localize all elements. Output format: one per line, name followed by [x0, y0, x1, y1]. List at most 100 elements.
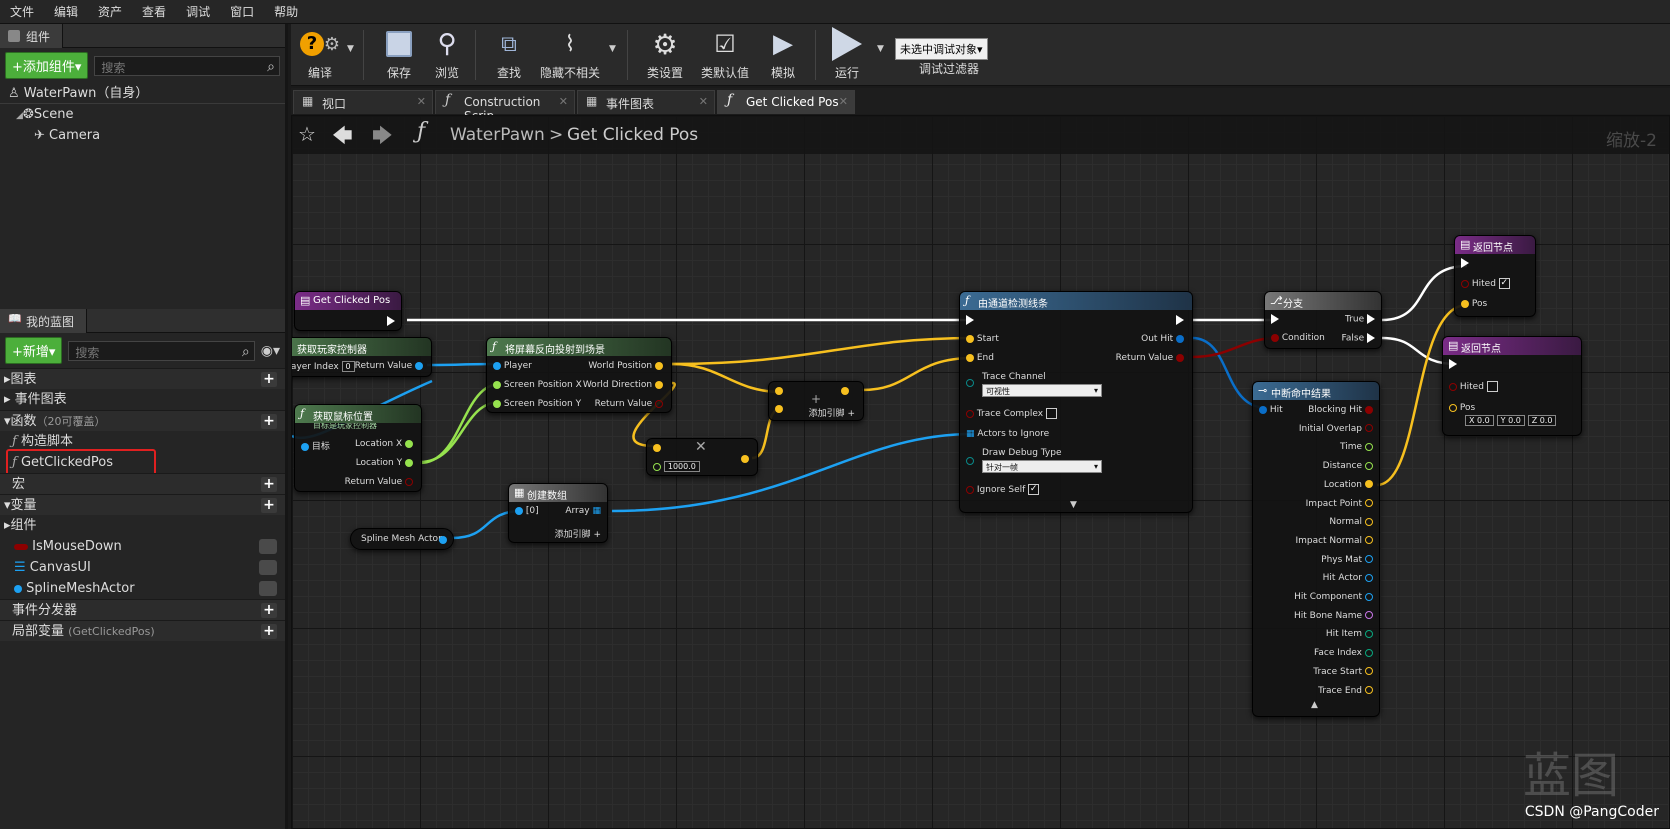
menu-help[interactable]: 帮助: [264, 0, 308, 23]
location-x-pin[interactable]: Location X: [355, 439, 413, 449]
node-line-trace[interactable]: ƒ 由通道检测线条 Start Out Hit End Return Value …: [959, 291, 1193, 513]
node-spline-mesh-actor-var[interactable]: Spline Mesh Actor: [350, 528, 454, 550]
array-out-pin[interactable]: Array ▦: [565, 506, 601, 516]
menu-window[interactable]: 窗口: [220, 0, 264, 23]
node-add[interactable]: + 添加引脚 +: [768, 381, 864, 421]
break-out-pin[interactable]: Face Index: [1314, 648, 1373, 658]
break-out-pin[interactable]: Trace Start: [1313, 667, 1373, 677]
collapse-arrow-icon[interactable]: ▼: [1070, 500, 1077, 510]
visibility-eye-icon[interactable]: [259, 560, 277, 575]
add-component-button[interactable]: +添加组件▾: [5, 52, 89, 79]
vector-in-b-pin[interactable]: [775, 404, 783, 414]
float-in-pin[interactable]: 1000.0: [653, 461, 700, 472]
exec-in-pin[interactable]: [1461, 258, 1469, 269]
break-out-pin[interactable]: Initial Overlap: [1299, 424, 1373, 434]
tree-item-camera[interactable]: ✈ Camera: [0, 125, 285, 146]
section-functions[interactable]: ▾函数（20可覆盖） +: [0, 410, 285, 431]
add-variable-button[interactable]: +: [261, 498, 277, 513]
trace-complex-pin[interactable]: Trace Complex: [966, 408, 1057, 419]
section-macros[interactable]: 宏 +: [0, 473, 285, 494]
var-splinemeshactor[interactable]: SplineMeshActor: [0, 578, 285, 599]
blueprint-search-input[interactable]: 搜索 ⌕: [68, 340, 255, 361]
find-button[interactable]: ⧉ 查找: [487, 26, 531, 81]
close-icon[interactable]: ✕: [417, 95, 426, 108]
return-value-pin[interactable]: Return Value: [355, 361, 423, 371]
actors-to-ignore-pin[interactable]: ▦ Actors to Ignore: [966, 429, 1049, 439]
play-dropdown-icon[interactable]: ▼: [877, 44, 884, 54]
section-local-vars[interactable]: 局部变量 (GetClickedPos) +: [0, 620, 285, 641]
add-pin-button[interactable]: 添加引脚 +: [555, 527, 601, 540]
node-deproject-screen[interactable]: ƒ 将屏幕反向投射到场景 Player Screen Position X Scr…: [486, 337, 672, 413]
exec-in-pin[interactable]: [1271, 314, 1279, 325]
world-position-pin[interactable]: World Position: [588, 361, 663, 371]
break-out-pin[interactable]: Time: [1340, 442, 1373, 452]
hide-dropdown-icon[interactable]: ▼: [609, 44, 616, 54]
new-button[interactable]: +新增▾: [5, 337, 63, 364]
var-canvasui[interactable]: ☰ CanvasUI: [0, 557, 285, 578]
debug-target-select[interactable]: 未选中调试对象▾: [895, 38, 988, 60]
target-pin[interactable]: 目标: [301, 439, 330, 452]
exec-in-pin[interactable]: [966, 315, 974, 326]
tab-event-graph[interactable]: ▦ 事件图表 ✕: [577, 90, 715, 114]
node-branch[interactable]: ⎇ 分支 Condition True False: [1264, 291, 1382, 349]
break-out-pin[interactable]: Location: [1324, 480, 1373, 490]
tab-viewport[interactable]: ▦ 视口 ✕: [293, 90, 433, 114]
break-out-pin[interactable]: Hit Component: [1294, 592, 1373, 602]
collapse-arrow-icon[interactable]: ▲: [1311, 700, 1318, 710]
break-out-pin[interactable]: Phys Mat: [1321, 555, 1373, 565]
hit-in-pin[interactable]: Hit: [1259, 405, 1283, 415]
play-button[interactable]: 运行: [825, 26, 869, 81]
vector-out-pin[interactable]: [741, 454, 749, 464]
item-components-category[interactable]: ▸组件: [0, 515, 285, 536]
compile-button[interactable]: ? ⚙ 编译: [297, 26, 343, 81]
end-pin[interactable]: End: [966, 353, 994, 363]
visibility-eye-icon[interactable]: [259, 581, 277, 596]
draw-debug-pin[interactable]: [966, 456, 974, 466]
condition-pin[interactable]: Condition: [1271, 333, 1325, 343]
node-make-array[interactable]: ▦ 创建数组 [0] Array ▦ 添加引脚 +: [508, 483, 608, 543]
menu-edit[interactable]: 编辑: [44, 0, 88, 23]
exec-in-pin[interactable]: [1449, 359, 1457, 370]
self-item[interactable]: ♙ WaterPawn（自身）: [0, 83, 285, 104]
section-variables[interactable]: ▾变量 +: [0, 494, 285, 515]
break-out-pin[interactable]: Blocking Hit: [1308, 405, 1373, 415]
hited-checkbox[interactable]: [1486, 381, 1498, 392]
add-graph-button[interactable]: +: [261, 372, 277, 387]
break-out-pin[interactable]: Hit Item: [1326, 629, 1373, 639]
hide-unrelated-button[interactable]: ⌇ 隐藏不相关: [537, 26, 603, 81]
browse-button[interactable]: ⚲ 浏览: [425, 26, 469, 81]
out-hit-pin[interactable]: Out Hit: [1141, 334, 1184, 344]
pos-pin[interactable]: Pos: [1449, 403, 1475, 413]
screen-y-pin[interactable]: Screen Position Y: [493, 399, 581, 409]
simulate-button[interactable]: ▶ 模拟: [761, 26, 805, 81]
tab-construction-script[interactable]: ƒConstruction Scrip✕: [435, 90, 575, 123]
components-tab[interactable]: 组件: [0, 24, 64, 48]
close-icon[interactable]: ✕: [699, 95, 708, 108]
section-dispatchers[interactable]: 事件分发器 +: [0, 599, 285, 620]
tab-get-clicked-pos[interactable]: ƒ Get Clicked Pos ✕: [717, 90, 855, 114]
node-return-1[interactable]: ▤ 返回节点 Hited ✓ Pos: [1454, 235, 1536, 317]
node-return-2[interactable]: ▤ 返回节点 Hited Pos X 0.0 Y 0.0 Z 0.0: [1442, 336, 1582, 436]
hited-pin[interactable]: Hited ✓: [1461, 278, 1510, 289]
hited-pin[interactable]: Hited: [1449, 381, 1498, 392]
return-value-pin[interactable]: Return Value: [345, 477, 413, 487]
object-out-pin[interactable]: [439, 535, 447, 545]
section-graphs[interactable]: ▸图表 +: [0, 368, 285, 389]
menu-view[interactable]: 查看: [132, 0, 176, 23]
true-pin[interactable]: True: [1345, 314, 1375, 325]
vector-out-pin[interactable]: [841, 386, 849, 396]
location-y-pin[interactable]: Location Y: [356, 458, 413, 468]
node-get-clicked-pos-entry[interactable]: ▤ Get Clicked Pos: [294, 291, 402, 331]
exec-out-pin[interactable]: [387, 316, 395, 327]
player-index-pin[interactable]: Player Index 0: [292, 361, 355, 372]
ignore-self-checkbox[interactable]: ✓: [1028, 484, 1040, 495]
trace-channel-pin[interactable]: [966, 378, 974, 388]
node-multiply[interactable]: ✕ 1000.0: [646, 438, 758, 476]
vector-in-a-pin[interactable]: [775, 386, 783, 396]
pos-pin[interactable]: Pos: [1461, 299, 1487, 309]
close-icon[interactable]: ✕: [559, 95, 568, 108]
node-get-mouse-position[interactable]: ƒ 获取鼠标位置 目标是玩家控制器 目标 Location X Location …: [294, 404, 422, 492]
vector-in-pin[interactable]: [653, 443, 661, 453]
close-icon[interactable]: ✕: [839, 95, 848, 108]
menu-file[interactable]: 文件: [0, 0, 44, 23]
